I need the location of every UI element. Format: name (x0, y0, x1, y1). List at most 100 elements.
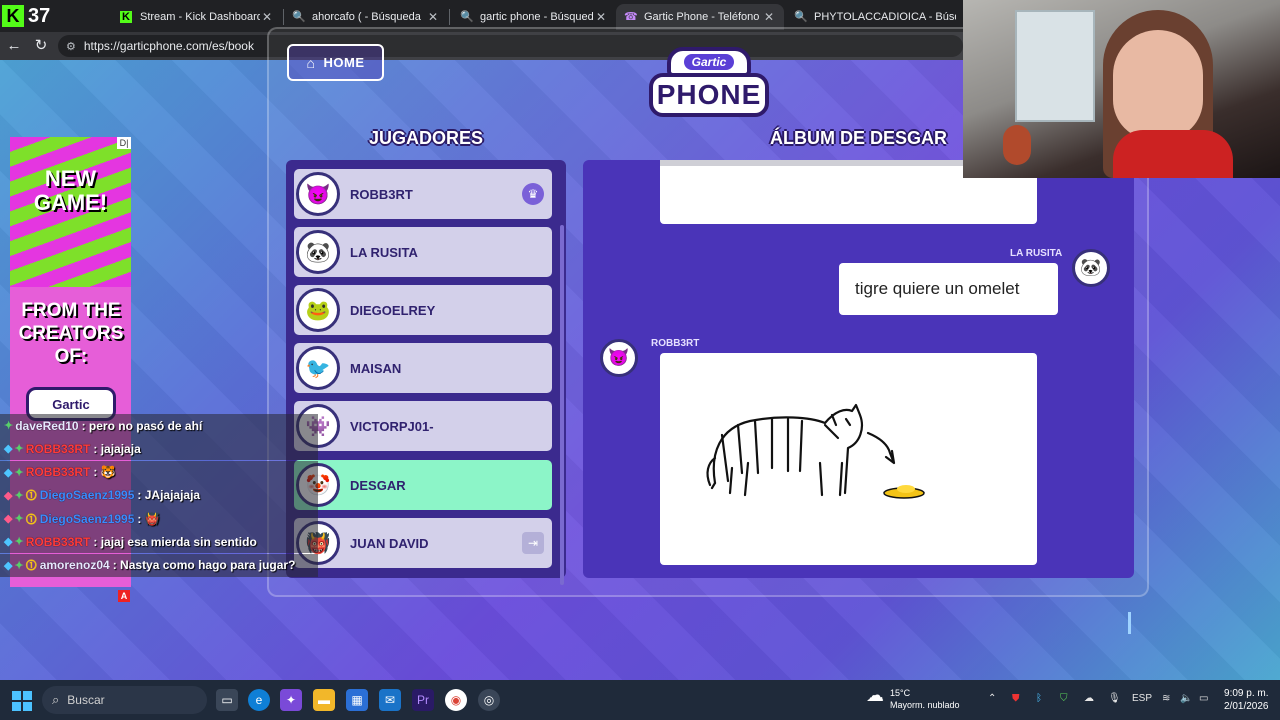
battery-icon[interactable]: ▭ (1199, 693, 1208, 704)
message-author: ROBB3RT (651, 338, 700, 349)
player-row[interactable]: 🐸 DIEGOELREY (294, 285, 552, 335)
player-avatar: 🐦 (296, 346, 340, 390)
author-avatar: 😈 (600, 339, 638, 377)
exit-icon[interactable]: ⇥ (522, 532, 544, 554)
tab-title: gartic phone - Búsqueda (480, 11, 594, 23)
player-avatar: 🐸 (296, 288, 340, 332)
album-panel: LA RUSITA 🐼 tigre quiere un omelet ROBB3… (583, 160, 1134, 578)
back-arrow-icon[interactable]: ← (4, 36, 24, 56)
sub-badge-icon: ✦ (14, 489, 24, 502)
weather-widget[interactable]: ☁ 15°C Mayorm. nublado (866, 685, 960, 711)
taskbar-search[interactable]: ⌕ Buscar (42, 686, 207, 714)
weather-desc: Mayorm. nublado (890, 700, 960, 710)
kick-overlay-badge: K 37 (0, 0, 62, 32)
weather-temp: 15°C (890, 688, 911, 698)
windows-start-icon[interactable] (12, 691, 32, 711)
chat-message: ◆ ✦ ROBB33RT : 🐯 (0, 460, 318, 484)
chat-message: ◆ ✦ ⓵ amorenoz04 : Nastya como hago para… (0, 553, 318, 577)
edge-icon[interactable]: e (248, 689, 270, 711)
chat-username: ROBB33RT (25, 465, 91, 480)
chat-text: : jajajaja (93, 441, 141, 456)
sub-badge-icon: ✦ (14, 559, 24, 572)
home-label: HOME (323, 55, 365, 70)
chat-text: : jajaj esa mierda sin sentido (93, 534, 257, 549)
site-settings-icon[interactable]: ⚙ (66, 40, 76, 53)
player-name: MAISAN (350, 360, 402, 376)
webcam-overlay (963, 0, 1280, 178)
logo-top-text: Gartic (683, 54, 735, 70)
task-view-icon[interactable]: ▭ (216, 689, 238, 711)
store-icon[interactable]: ▦ (346, 689, 368, 711)
coin-badge-icon: ⓵ (25, 560, 37, 573)
logo-bottom: PHONE (649, 73, 769, 117)
cloud-sync-icon[interactable]: ☁ (1084, 693, 1094, 704)
streamer-body (1113, 130, 1233, 178)
chat-message: ◆ ✦ ⓵ DiegoSaenz1995 : JAjajajaja (0, 483, 318, 507)
premiere-icon[interactable]: Pr (412, 689, 434, 711)
volume-icon[interactable]: 🔈 (1180, 693, 1192, 704)
clock-date: 2/01/2026 (1224, 701, 1269, 712)
home-button[interactable]: ⌂ HOME (287, 44, 384, 81)
crown-icon: ♛ (522, 183, 544, 205)
security-icon[interactable]: ⛉ (1060, 693, 1068, 704)
bluetooth-icon[interactable]: ᛒ (1036, 693, 1042, 704)
clock-time: 9:09 p. m. (1224, 688, 1269, 699)
gem-badge-icon: ◆ (4, 443, 13, 456)
guess-bubble: tigre quiere un omelet (839, 263, 1058, 315)
chat-message: ◆ ✦ ROBB33RT : jajajaja (0, 437, 318, 461)
chat-text: : 🐯 (93, 465, 116, 480)
close-icon[interactable]: ✕ (260, 10, 274, 24)
chrome-icon[interactable]: ◉ (445, 689, 467, 711)
chat-message: ◆ ✦ ROBB33RT : jajaj esa mierda sin sent… (0, 530, 318, 554)
reload-icon[interactable]: ↻ (31, 36, 51, 56)
shield-icon[interactable]: ⛊ (1012, 693, 1020, 704)
omelet-yolk (897, 485, 915, 493)
player-row-active[interactable]: 🤡 DESGAR (294, 460, 552, 510)
players-scrollbar[interactable] (560, 225, 564, 585)
chat-text: : JAjajajaja (137, 488, 201, 503)
wifi-icon[interactable]: ≋ (1162, 693, 1170, 704)
gem-badge-icon: ◆ (4, 559, 13, 572)
players-heading: JUGADORES (369, 128, 484, 148)
microphone-icon[interactable]: 🎙 (1108, 693, 1121, 704)
kick-favicon-icon: K (120, 11, 132, 23)
player-row[interactable]: 👾 VICTORPJ01- (294, 401, 552, 451)
sub-badge-icon: ✦ (14, 466, 24, 479)
phone-favicon-icon: ☎ (624, 11, 638, 23)
file-explorer-icon[interactable]: ▬ (313, 689, 335, 711)
gartic-phone-logo: Gartic PHONE (649, 45, 769, 119)
viewer-count: 37 (28, 4, 51, 27)
gem-badge-icon: ◆ (4, 536, 13, 549)
close-icon[interactable]: ✕ (762, 10, 776, 24)
tab-title: Gartic Phone - Teléfono Descon (644, 11, 762, 23)
tab-kick-dashboard[interactable]: K Stream - Kick Dashboard ✕ (112, 4, 282, 30)
players-panel: 😈 ROBB3RT ♛ 🐼 LA RUSITA 🐸 DIEGOELREY 🐦 M… (286, 160, 566, 578)
tiger-drawing (706, 403, 925, 499)
player-row[interactable]: 🐼 LA RUSITA (294, 227, 552, 277)
player-row[interactable]: 👹 JUAN DAVID ⇥ (294, 518, 552, 568)
close-icon[interactable]: ✕ (594, 10, 608, 24)
cloud-icon: ☁ (866, 685, 884, 705)
chat-text: : 👹 (137, 511, 160, 526)
gem-badge-icon: ◆ (4, 466, 13, 479)
sub-badge-icon: ✦ (14, 536, 24, 549)
ad-corner-badge: D| (117, 137, 131, 149)
chevron-up-icon[interactable]: ⌃ (988, 693, 996, 704)
coin-badge-icon: ⓵ (25, 513, 37, 526)
close-icon[interactable]: ✕ (426, 10, 440, 24)
player-row[interactable]: 🐦 MAISAN (294, 343, 552, 393)
player-name: DIEGOELREY (350, 302, 436, 318)
author-avatar: 🐼 (1072, 249, 1110, 287)
copilot-icon[interactable]: ✦ (280, 689, 302, 711)
search-icon: ⌕ (52, 692, 60, 707)
player-name: DESGAR (350, 477, 406, 493)
album-heading: ÁLBUM DE DESGAR (770, 128, 948, 148)
outlook-icon[interactable]: ✉ (379, 689, 401, 711)
obs-icon[interactable]: ◎ (478, 689, 500, 711)
search-favicon-icon: 🔍 (794, 11, 808, 23)
player-row[interactable]: 😈 ROBB3RT ♛ (294, 169, 552, 219)
system-clock[interactable]: 9:09 p. m. 2/01/2026 (1224, 687, 1269, 713)
album-scrollbar[interactable] (1128, 612, 1131, 634)
language-indicator[interactable]: ESP (1132, 693, 1152, 704)
chat-username: amorenoz04 (39, 558, 110, 573)
